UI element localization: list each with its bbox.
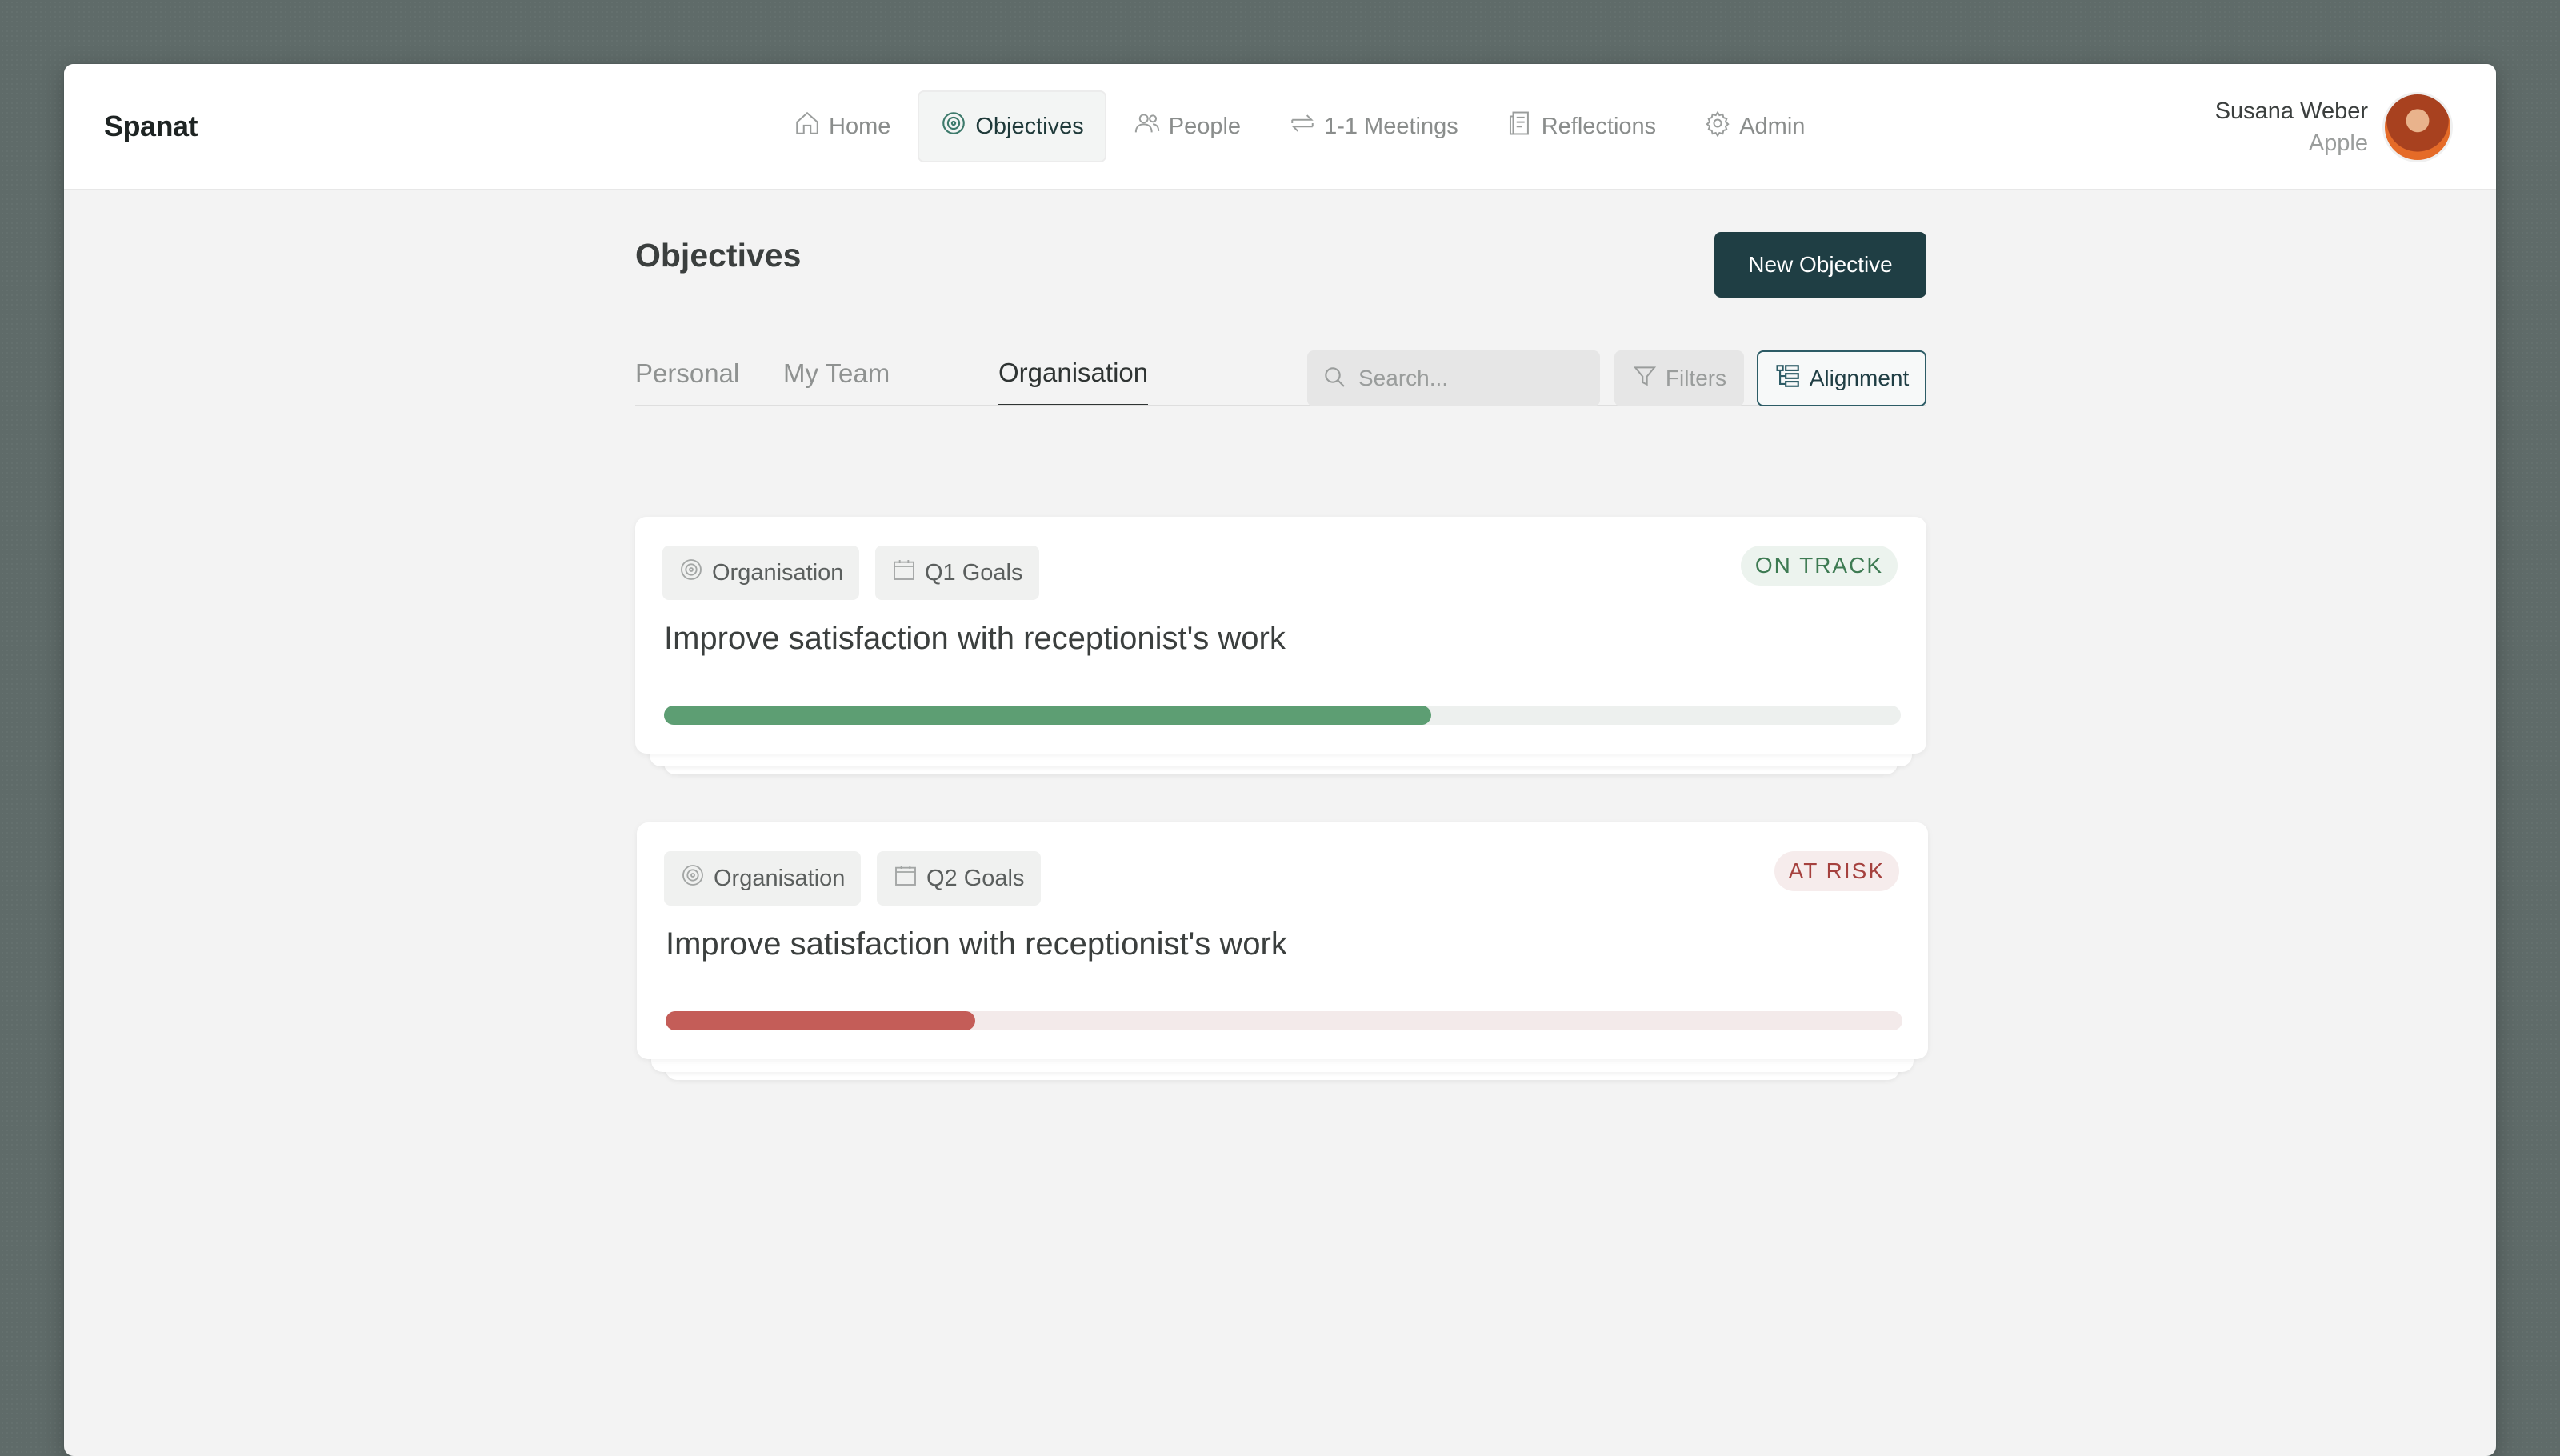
filters-button[interactable]: Filters [1614, 350, 1744, 406]
target-icon [678, 557, 704, 589]
home-icon [794, 110, 821, 143]
nav-item-1-1-meetings[interactable]: 1-1 Meetings [1268, 92, 1479, 161]
tab-my-team[interactable]: My Team [783, 341, 890, 406]
objective-card[interactable]: Organisation Q1 Goals ON TRACK Improve s… [635, 517, 1926, 754]
objective-card[interactable]: Organisation Q2 Goals AT RISK Improve sa… [637, 822, 1928, 1059]
nav-item-objectives[interactable]: Objectives [918, 90, 1106, 162]
period-label: Q2 Goals [926, 865, 1025, 891]
status-badge: ON TRACK [1740, 546, 1898, 586]
target-icon [680, 862, 706, 894]
tab-personal[interactable]: Personal [635, 341, 739, 406]
alignment-button[interactable]: Alignment [1757, 350, 1926, 406]
calendar-icon [893, 862, 918, 894]
target-icon [940, 110, 967, 143]
nav-label: Admin [1739, 113, 1806, 139]
nav-item-reflections[interactable]: Reflections [1486, 92, 1677, 161]
user-menu[interactable]: Susana Weber Apple [2215, 91, 2453, 163]
scope-label: Organisation [712, 559, 844, 586]
period-chip[interactable]: Q2 Goals [877, 851, 1041, 906]
search-box[interactable] [1307, 350, 1600, 406]
avatar[interactable] [2382, 92, 2453, 162]
filters-label: Filters [1665, 366, 1727, 390]
progress-track [664, 706, 1901, 725]
main-nav: Home Objectives People 1-1 Meetings Refl… [773, 90, 1826, 162]
nav-label: Reflections [1541, 113, 1657, 139]
objective-card-wrapper: Organisation Q2 Goals AT RISK Improve sa… [637, 822, 1928, 1094]
search-input[interactable] [1357, 365, 1584, 392]
arrows-swap-icon [1289, 110, 1316, 143]
status-badge: AT RISK [1774, 851, 1899, 891]
nav-label: Objectives [975, 113, 1084, 139]
nav-label: 1-1 Meetings [1324, 113, 1458, 139]
nav-label: Home [829, 113, 891, 139]
search-icon [1322, 364, 1347, 394]
app-window: Spanat Home Objectives People 1-1 Meetin… [64, 64, 2496, 1456]
progress-fill [666, 1011, 975, 1030]
scope-chip[interactable]: Organisation [664, 851, 862, 906]
objective-title[interactable]: Improve satisfaction with receptionist's… [666, 926, 1287, 962]
people-icon [1134, 110, 1161, 143]
nav-item-home[interactable]: Home [773, 92, 911, 161]
nav-item-admin[interactable]: Admin [1683, 92, 1826, 161]
progress-track [666, 1011, 1902, 1030]
objectives-page: Objectives New Objective Personal My Tea… [635, 189, 1928, 1389]
document-icon [1506, 110, 1534, 143]
tab-organisation[interactable]: Organisation [998, 341, 1149, 406]
gear-icon [1704, 110, 1731, 143]
scope-label: Organisation [714, 865, 846, 891]
scope-chip[interactable]: Organisation [662, 546, 860, 600]
objective-title[interactable]: Improve satisfaction with receptionist's… [664, 621, 1286, 657]
period-chip[interactable]: Q1 Goals [875, 546, 1039, 600]
hierarchy-icon [1774, 362, 1802, 395]
user-name: Susana Weber [2214, 98, 2368, 124]
user-info: Susana Weber Apple [2215, 95, 2368, 159]
new-objective-button[interactable]: New Objective [1714, 232, 1926, 298]
filter-icon [1632, 363, 1658, 394]
top-navigation-bar: Spanat Home Objectives People 1-1 Meetin… [64, 64, 2496, 190]
calendar-icon [891, 557, 917, 589]
app-logo[interactable]: Spanat [104, 64, 198, 189]
page-title: Objectives [635, 237, 802, 274]
progress-fill [664, 706, 1431, 725]
objective-card-wrapper: Organisation Q1 Goals ON TRACK Improve s… [635, 517, 1926, 789]
alignment-label: Alignment [1809, 366, 1910, 390]
user-organisation: Apple [2308, 130, 2368, 156]
nav-label: People [1168, 113, 1242, 139]
period-label: Q1 Goals [925, 559, 1023, 586]
nav-item-people[interactable]: People [1113, 92, 1262, 161]
